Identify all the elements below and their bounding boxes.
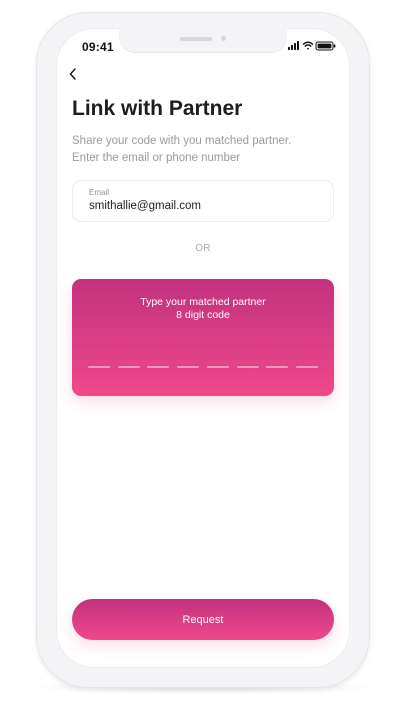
code-prompt-line-2: 8 digit code bbox=[176, 309, 230, 321]
code-prompt: Type your matched partner 8 digit code bbox=[72, 296, 334, 322]
cellular-signal-icon bbox=[288, 41, 299, 50]
subtitle-line-2: Enter the email or phone number bbox=[72, 152, 241, 164]
code-digit-slot[interactable] bbox=[206, 366, 229, 368]
code-digit-inputs bbox=[88, 366, 318, 370]
or-divider: OR bbox=[195, 243, 211, 254]
back-button[interactable] bbox=[64, 64, 82, 84]
email-field[interactable]: Email bbox=[72, 180, 334, 222]
email-input[interactable] bbox=[89, 200, 317, 212]
subtitle-line-1: Share your code with you matched partner… bbox=[72, 135, 292, 147]
status-time: 09:41 bbox=[82, 40, 114, 54]
code-digit-slot[interactable] bbox=[117, 366, 140, 368]
speaker-grille bbox=[180, 37, 212, 41]
code-digit-slot[interactable] bbox=[177, 366, 200, 368]
code-digit-slot[interactable] bbox=[236, 366, 259, 368]
email-label: Email bbox=[89, 188, 110, 197]
request-button[interactable]: Request bbox=[72, 599, 334, 640]
chevron-left-icon bbox=[69, 68, 76, 80]
partner-code-card: Type your matched partner 8 digit code bbox=[72, 279, 334, 396]
page-title: Link with Partner bbox=[72, 97, 243, 120]
code-prompt-line-1: Type your matched partner bbox=[140, 296, 266, 308]
battery-icon bbox=[315, 41, 336, 51]
page-subtitle: Share your code with you matched partner… bbox=[72, 133, 342, 167]
code-digit-slot[interactable] bbox=[295, 366, 318, 368]
code-digit-slot[interactable] bbox=[88, 366, 110, 368]
front-camera bbox=[221, 36, 226, 41]
code-digit-slot[interactable] bbox=[266, 366, 289, 368]
wifi-icon bbox=[302, 41, 314, 50]
code-digit-slot[interactable] bbox=[147, 366, 170, 368]
status-icons bbox=[288, 41, 336, 51]
